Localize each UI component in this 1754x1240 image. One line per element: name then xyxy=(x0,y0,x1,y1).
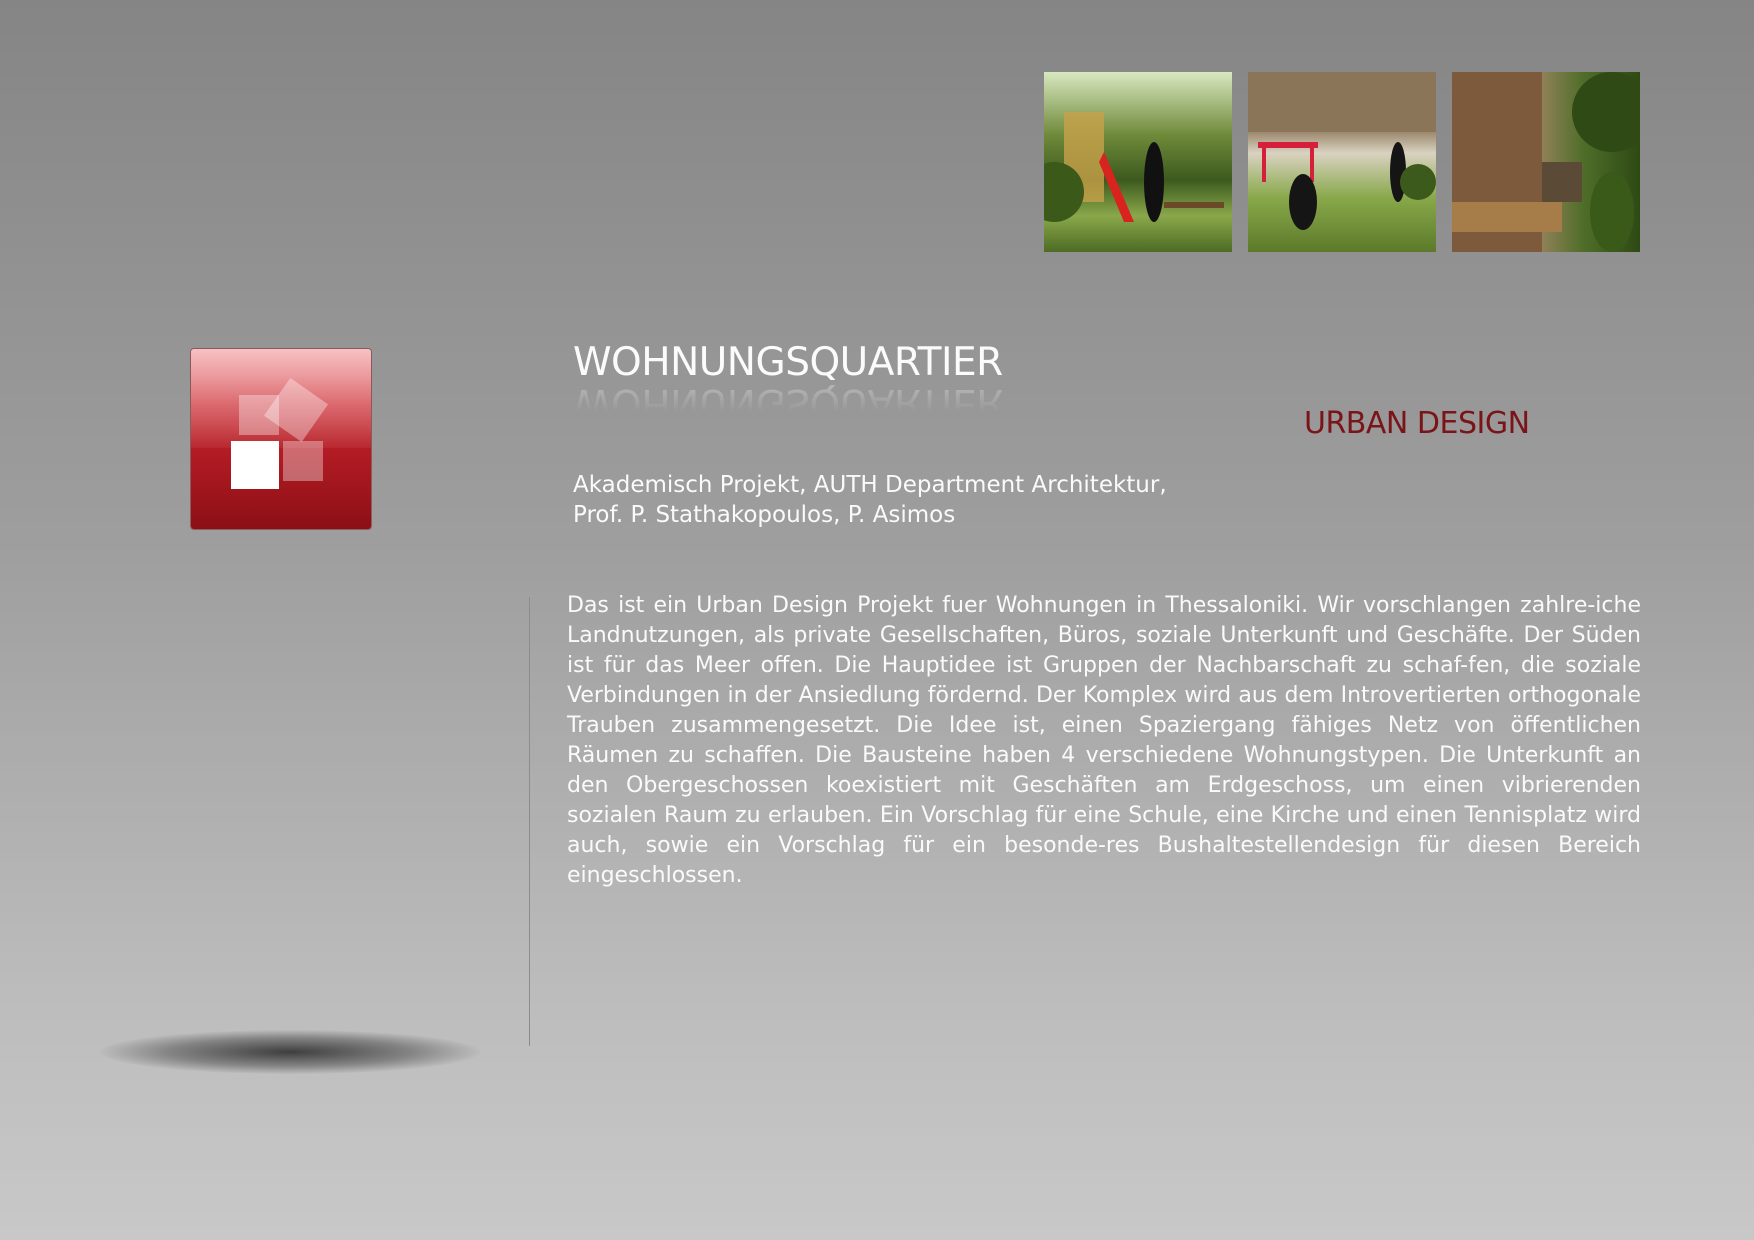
project-logo xyxy=(191,349,371,529)
credits-line: Akademisch Projekt, AUTH Department Arch… xyxy=(573,472,1167,498)
playground-render-3 xyxy=(1452,72,1640,252)
project-credits: Akademisch Projekt, AUTH Department Arch… xyxy=(573,470,1167,530)
project-description: Das ist ein Urban Design Projekt fuer Wo… xyxy=(567,593,1641,888)
playground-render-2 xyxy=(1248,72,1436,252)
project-category: URBAN DESIGN xyxy=(1304,406,1530,441)
project-title: WOHNUNGSQUARTIER xyxy=(573,340,1003,385)
logo-shadow xyxy=(100,1030,480,1074)
playground-render-1 xyxy=(1044,72,1232,252)
project-title-reflection: WOHNUNGSQUARTIER xyxy=(573,380,1003,425)
vertical-divider xyxy=(529,597,530,1046)
image-strip xyxy=(1044,72,1640,252)
credits-line: Prof. P. Stathakopoulos, P. Asimos xyxy=(573,502,956,528)
